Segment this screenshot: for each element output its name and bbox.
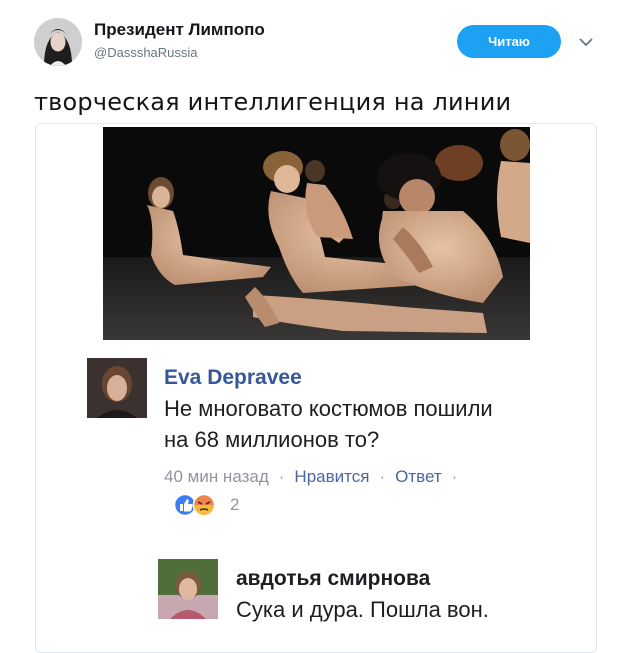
reply-link[interactable]: Ответ [395,467,442,486]
tweet-photo[interactable] [103,127,530,340]
author-display-name[interactable]: Президент Лимпопо [94,20,265,40]
comment-meta: 40 мин назад · Нравится · Ответ · [164,467,467,487]
comment-text: Не многовато костюмов пошили [164,396,493,421]
commenter-avatar-image [158,559,218,619]
dancers-photo-image [103,127,530,340]
comment-avatar[interactable] [87,358,147,418]
separator-dot: · [451,467,458,486]
comment-text: на 68 миллионов то? [164,427,380,452]
tweet-header: Президент Лимпопо @DassshaRussia Читаю [0,0,621,80]
reactions-summary[interactable] [173,493,224,517]
comment-text: Сука и дура. Пошла вон. [236,597,489,622]
author-handle[interactable]: @DassshaRussia [94,45,198,60]
reaction-icons [173,493,216,517]
reaction-count[interactable]: 2 [230,495,239,515]
comment-avatar[interactable] [158,559,218,619]
chevron-down-icon[interactable] [578,34,594,50]
comment-author[interactable]: Eva Depravee [164,366,302,390]
comment-time[interactable]: 40 мин назад [164,467,269,486]
author-avatar-image [34,18,82,66]
comment-author[interactable]: авдотья смирнова [236,567,430,591]
follow-button[interactable]: Читаю [457,25,561,58]
separator-dot: · [379,467,386,486]
like-link[interactable]: Нравится [294,467,369,486]
author-avatar[interactable] [34,18,82,66]
tweet-text: творческая интеллигенция на линии [34,88,512,116]
angry-icon [192,493,216,517]
separator-dot: · [278,467,285,486]
like-icon [173,493,197,517]
commenter-avatar-image [87,358,147,418]
